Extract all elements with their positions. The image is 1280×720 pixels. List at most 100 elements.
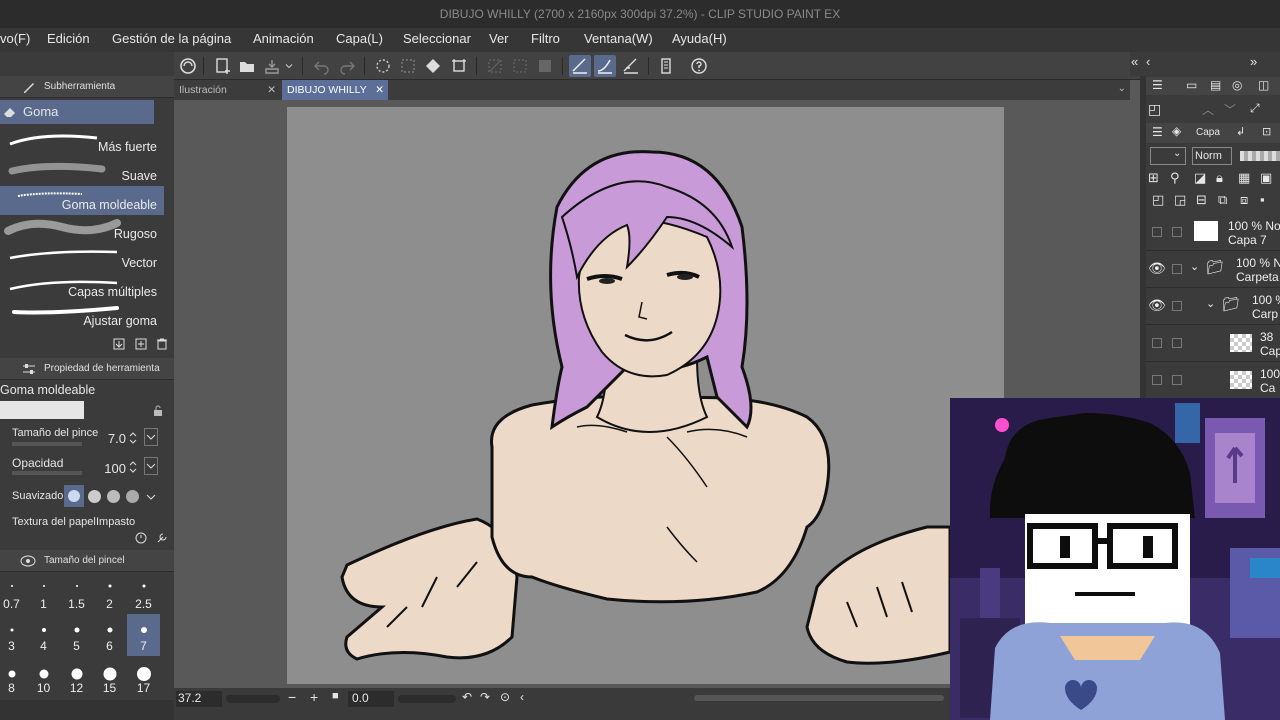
visibility-toggle[interactable] (1152, 227, 1162, 237)
brush-size-0.7[interactable]: 0.7 (0, 572, 28, 614)
snap-to-grid-icon[interactable] (620, 55, 642, 77)
layer-row[interactable]: 👁︎ ⌄ 📁︎ 100 %Carp (1146, 289, 1280, 325)
smoothing-option-3[interactable] (107, 490, 120, 503)
help-icon[interactable] (688, 55, 710, 77)
rotate-left-icon[interactable]: ↶ (462, 690, 472, 704)
menu-select[interactable]: Seleccionar (403, 31, 471, 46)
brush-size-10[interactable]: 10 (27, 656, 60, 698)
chevron-down-icon[interactable]: ⌄ (1206, 297, 1215, 310)
zoom-slider[interactable] (226, 695, 280, 703)
fill-icon[interactable] (422, 55, 444, 77)
brush-size-2.5[interactable]: 2.5 (127, 572, 160, 614)
save-icon[interactable] (261, 55, 283, 77)
snap-to-ruler-icon[interactable] (569, 55, 591, 77)
brush-ajustar-goma[interactable]: Ajustar goma (0, 302, 164, 331)
brush-size-1[interactable]: 1 (27, 572, 60, 614)
layer-row[interactable]: 👁︎ ⌄ 📁︎ 100 % N Carpeta (1146, 252, 1280, 288)
rotation-field[interactable]: 0.0 (348, 691, 394, 707)
clip-icon[interactable]: ⊞ (1148, 170, 1159, 186)
new-vector-layer-icon[interactable]: ◲ (1174, 192, 1186, 208)
blend-mode-dropdown[interactable]: Norm (1192, 147, 1232, 165)
close-icon[interactable]: ✕ (375, 80, 384, 100)
menu-page-management[interactable]: Gestión de la página (112, 31, 231, 46)
brush-size-5[interactable]: 5 (60, 614, 93, 656)
menu-window[interactable]: Ventana(W) (584, 31, 653, 46)
new-folder-icon[interactable]: ⊟ (1196, 192, 1207, 208)
layer-row[interactable]: 38 Cap (1146, 326, 1280, 362)
opacity-value[interactable]: 100 (104, 461, 126, 476)
visibility-toggle[interactable] (1152, 338, 1162, 348)
menu-icon[interactable]: ☰ (1152, 125, 1163, 139)
layer-property-icon[interactable]: ◫ (1258, 78, 1269, 92)
selection-border-icon[interactable] (534, 55, 556, 77)
horizontal-scrollbar[interactable] (694, 695, 944, 701)
brush-suave[interactable]: Suave (0, 157, 164, 186)
delete-layer-icon[interactable]: ▪ (1260, 192, 1265, 207)
flip-icon[interactable]: ‹ (520, 690, 524, 704)
lock-toggle[interactable] (1172, 338, 1182, 348)
brush-size-12[interactable]: 12 (60, 656, 93, 698)
chevron-up-icon[interactable]: ︿ (1202, 101, 1214, 118)
menu-view[interactable]: Ver (489, 31, 509, 46)
brush-size-value[interactable]: 7.0 (108, 431, 126, 446)
brush-size-6[interactable]: 6 (93, 614, 126, 656)
brush-size-3[interactable]: 3 (0, 614, 28, 656)
draft-icon[interactable]: ◪ (1194, 170, 1206, 186)
chevron-down-icon[interactable] (282, 55, 296, 77)
smoothing-row[interactable]: Suavizado (0, 483, 160, 510)
opacity-row[interactable]: Opacidad 100 (0, 453, 160, 480)
tab-dibujo-whilly[interactable]: DIBUJO WHILLY ✕ (282, 80, 388, 100)
close-icon[interactable]: ✕ (267, 80, 276, 100)
collapse-right-icon[interactable]: » (1250, 54, 1257, 69)
layer-tab-icon-2[interactable]: ⊡ (1262, 125, 1271, 138)
menu-layer[interactable]: Capa(L) (336, 31, 383, 46)
brush-mas-fuerte[interactable]: Más fuerte (0, 128, 164, 157)
pressure-toggle[interactable] (144, 428, 158, 446)
property-icon[interactable]: ▤ (1210, 78, 1221, 92)
undo-icon[interactable] (311, 55, 333, 77)
drawing-canvas[interactable] (287, 107, 1004, 684)
brush-capas-multiples[interactable]: Capas múltiples (0, 273, 164, 302)
eye-icon[interactable]: 👁︎ (1148, 260, 1166, 277)
layer-tab-icon[interactable]: ↲ (1236, 125, 1245, 138)
collapse-left-icon[interactable]: « (1131, 54, 1138, 69)
smoothing-option-2[interactable] (88, 490, 101, 503)
brush-rugoso[interactable]: Rugoso (0, 215, 164, 244)
rotation-slider[interactable] (398, 695, 456, 703)
zoom-field[interactable]: 37.2 (176, 691, 222, 707)
menu-help[interactable]: Ayuda(H) (672, 31, 727, 46)
fit-canvas-icon[interactable]: ⤢ (1250, 101, 1260, 116)
deselect-icon[interactable] (484, 55, 506, 77)
lock-toggle[interactable] (1172, 227, 1182, 237)
new-raster-layer-icon[interactable]: ◰ (1152, 192, 1164, 208)
clip-studio-icon[interactable] (177, 55, 199, 77)
transform-icon[interactable] (448, 55, 470, 77)
brush-vector[interactable]: Vector (0, 244, 164, 273)
zoom-in-icon[interactable]: + (310, 689, 318, 705)
fit-icon[interactable]: ■ (332, 690, 339, 702)
zoom-out-icon[interactable]: − (288, 689, 296, 705)
brush-size-7[interactable]: 7 (127, 614, 160, 656)
lock-alpha-icon[interactable]: ▦ (1238, 170, 1250, 186)
layer-row[interactable]: 100 % No Capa 7 (1146, 215, 1280, 251)
duplicate-layer-icon[interactable]: ⧈ (1240, 192, 1248, 208)
chevron-down-icon[interactable]: ⌄ (1118, 83, 1126, 94)
snap-to-special-ruler-icon[interactable] (594, 55, 616, 77)
navigator-box-icon[interactable]: ◰ (1148, 101, 1161, 118)
menu-icon[interactable]: ☰ (1152, 78, 1163, 92)
redo-icon[interactable] (336, 55, 358, 77)
brush-size-15[interactable]: 15 (93, 656, 126, 698)
menu-edit[interactable]: Edición (47, 31, 90, 46)
menu-filter[interactable]: Filtro (531, 31, 560, 46)
lock-icon[interactable]: 🔒︎ (1216, 170, 1223, 186)
chevron-down-icon[interactable]: ﹀ (1224, 101, 1236, 118)
brush-size-8[interactable]: 8 (0, 656, 28, 698)
eye-icon[interactable]: 👁︎ (1148, 297, 1166, 314)
brush-size-17[interactable]: 17 (127, 656, 160, 698)
smartphone-icon[interactable] (655, 55, 677, 77)
layer-row[interactable]: 100 Ca (1146, 363, 1280, 399)
navigator-icon[interactable]: ▭ (1186, 78, 1197, 92)
clear-icon[interactable] (372, 55, 394, 77)
menu-file[interactable]: vo(F) (0, 31, 30, 46)
expand-right-icon[interactable]: ‹ (1146, 54, 1150, 69)
